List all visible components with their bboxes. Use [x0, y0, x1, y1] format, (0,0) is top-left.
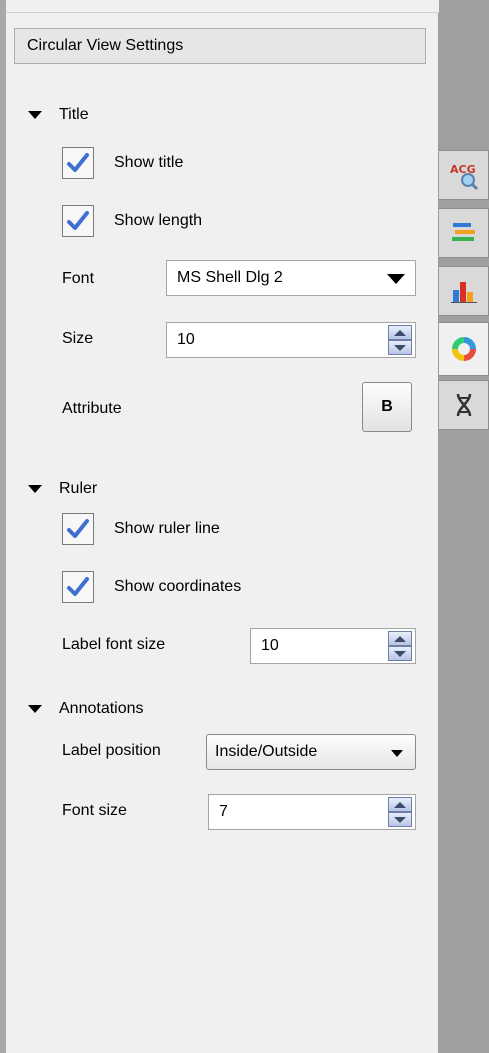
circular-view-tab[interactable] — [439, 322, 489, 376]
label-font-size-value: 10 — [261, 637, 279, 654]
show-length-checkbox[interactable] — [62, 205, 94, 237]
show-length-label: Show length — [114, 212, 203, 229]
dropdown-arrow-icon[interactable] — [387, 274, 405, 284]
font-combobox[interactable]: MS Shell Dlg 2 — [166, 260, 416, 296]
sequence-search-icon: ACG — [450, 163, 478, 191]
label-position-value: Inside/Outside — [215, 743, 318, 760]
show-title-label: Show title — [114, 154, 184, 171]
expand-triangle-icon — [28, 484, 42, 493]
spin-up-icon[interactable] — [388, 325, 412, 340]
label-font-size-spinbox[interactable]: 10 — [250, 628, 416, 664]
ruler-section-heading: Ruler — [59, 480, 98, 497]
expand-triangle-icon — [28, 110, 42, 119]
panel-header: Circular View Settings — [14, 28, 426, 64]
annotations-section-toggle[interactable]: Annotations — [28, 700, 144, 718]
show-ruler-line-label: Show ruler line — [114, 520, 220, 537]
show-title-checkbox[interactable] — [62, 147, 94, 179]
title-section-toggle[interactable]: Title — [28, 106, 89, 124]
show-coordinates-checkbox-row[interactable]: Show coordinates — [62, 570, 241, 604]
title-size-value: 10 — [177, 331, 195, 348]
annotation-font-size-spinbox[interactable]: 7 — [208, 794, 416, 830]
ruler-section-toggle[interactable]: Ruler — [28, 480, 97, 498]
bar-chart-icon — [450, 282, 477, 303]
label-position-dropdown[interactable]: Inside/Outside — [206, 734, 416, 770]
spin-buttons[interactable] — [388, 797, 412, 827]
dropdown-arrow-icon[interactable] — [391, 750, 403, 757]
statistics-tab[interactable] — [439, 266, 489, 316]
show-coordinates-label: Show coordinates — [114, 578, 242, 595]
layers-tab[interactable] — [439, 208, 489, 258]
spin-buttons[interactable] — [388, 325, 412, 355]
attribute-label: Attribute — [62, 400, 122, 417]
size-label: Size — [62, 330, 94, 347]
bold-button[interactable]: B — [362, 382, 412, 432]
expand-triangle-icon — [28, 704, 42, 713]
font-label: Font — [62, 270, 95, 287]
annotation-font-size-value: 7 — [219, 803, 228, 820]
show-title-checkbox-row[interactable]: Show title — [62, 146, 183, 180]
show-ruler-line-checkbox[interactable] — [62, 513, 94, 545]
checkmark-icon — [67, 153, 89, 172]
label-position-label: Label position — [62, 742, 161, 759]
font-size-label: Font size — [62, 802, 127, 819]
dna-tab[interactable] — [439, 380, 489, 430]
spin-buttons[interactable] — [388, 631, 412, 661]
checkmark-icon — [67, 519, 89, 538]
svg-text:ACG: ACG — [450, 163, 476, 176]
spin-up-icon[interactable] — [388, 797, 412, 812]
title-size-spinbox[interactable]: 10 — [166, 322, 416, 358]
layers-icon — [451, 223, 475, 241]
show-coordinates-checkbox[interactable] — [62, 571, 94, 603]
spin-down-icon[interactable] — [388, 646, 412, 661]
show-length-checkbox-row[interactable]: Show length — [62, 204, 202, 238]
title-section-heading: Title — [59, 106, 89, 123]
label-font-size-label: Label font size — [62, 636, 166, 653]
sequence-view-tab[interactable]: ACG — [439, 150, 489, 200]
checkmark-icon — [67, 211, 89, 230]
show-ruler-line-checkbox-row[interactable]: Show ruler line — [62, 512, 220, 546]
spin-up-icon[interactable] — [388, 631, 412, 646]
annotations-section-heading: Annotations — [59, 700, 144, 717]
spin-down-icon[interactable] — [388, 812, 412, 827]
spin-down-icon[interactable] — [388, 340, 412, 355]
circular-view-icon — [451, 337, 476, 361]
top-edge — [6, 0, 438, 13]
checkmark-icon — [67, 577, 89, 596]
dna-icon — [456, 393, 471, 417]
font-value: MS Shell Dlg 2 — [177, 269, 283, 286]
